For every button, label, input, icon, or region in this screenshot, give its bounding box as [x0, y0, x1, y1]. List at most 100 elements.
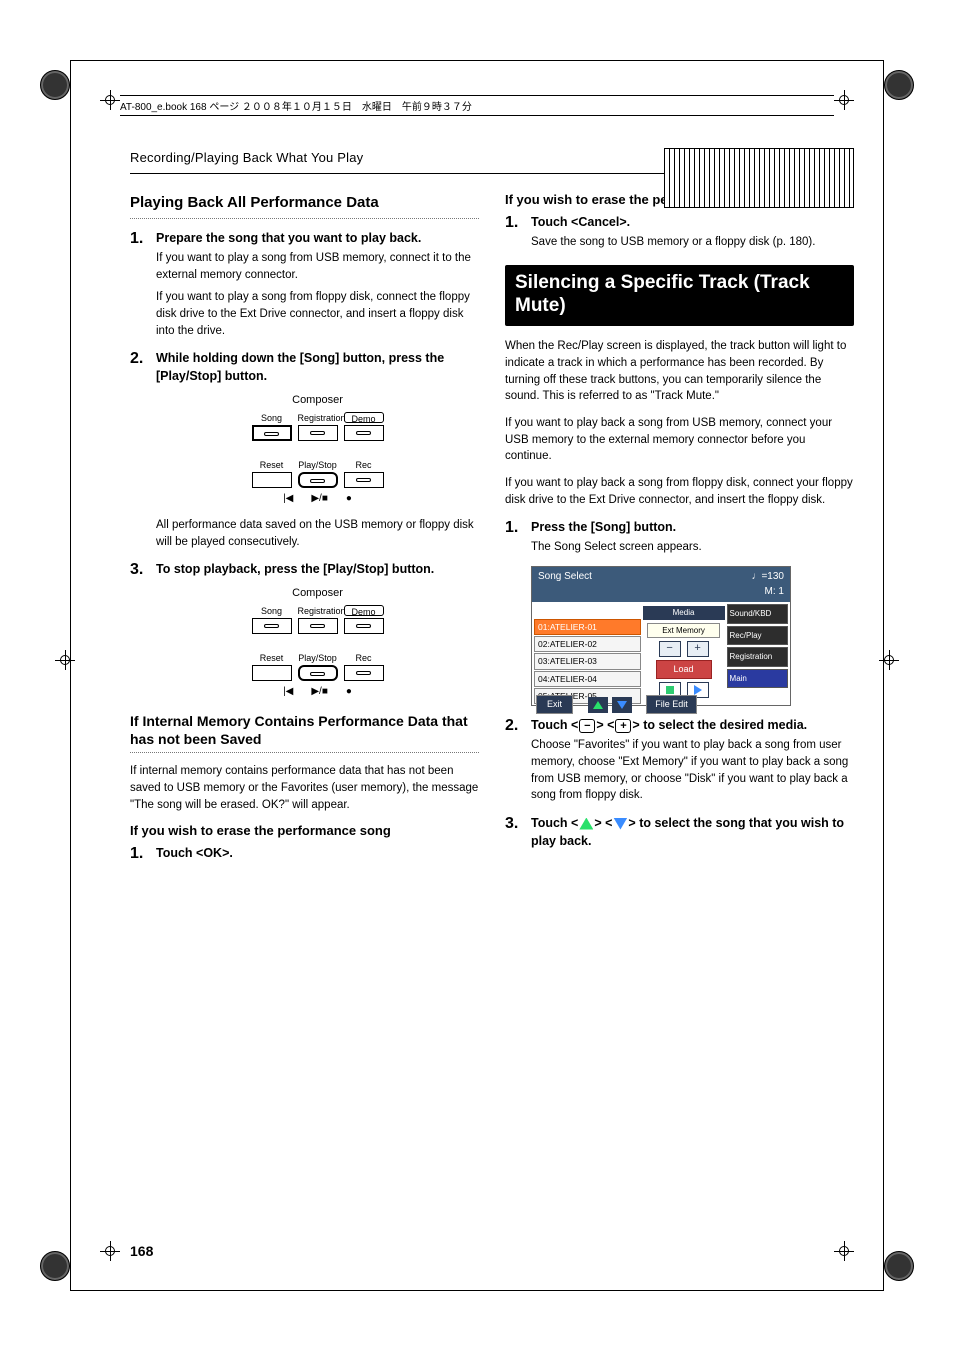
playstop-button	[298, 665, 338, 681]
subheading-erase: If you wish to erase the performance son…	[130, 823, 479, 840]
dotted-divider	[130, 218, 479, 219]
section-heading-track-mute: Silencing a Specific Track (Track Mute)	[505, 265, 854, 327]
step-title: Touch <> <> to select the song that you …	[531, 814, 854, 850]
mute-step-2: 2. Touch <−> <+> to select the desired m…	[505, 716, 854, 804]
rewind-icon: |◀	[283, 492, 293, 507]
song-button	[252, 425, 292, 441]
step-title: While holding down the [Song] button, pr…	[156, 349, 479, 385]
plus-icon: +	[615, 719, 631, 733]
demo-button-label: Demo	[344, 605, 384, 616]
step-body-text: The Song Select screen appears.	[531, 539, 854, 556]
record-icon: ●	[346, 685, 352, 700]
step-body-text: All performance data saved on the USB me…	[156, 517, 479, 550]
step-number: 1.	[130, 842, 143, 865]
step-number: 2.	[130, 347, 143, 370]
list-item: 02:ATELIER-02	[534, 636, 641, 652]
step-number: 1.	[130, 227, 143, 250]
rec-button	[344, 472, 384, 488]
media-header: Media	[643, 606, 725, 620]
step-3: 3. To stop playback, press the [Play/Sto…	[130, 560, 479, 700]
erase-step-cancel: 1. Touch <Cancel>. Save the song to USB …	[505, 213, 854, 251]
step-title: Prepare the song that you want to play b…	[156, 229, 479, 247]
mute-step-1: 1. Press the [Song] button. The Song Sel…	[505, 518, 854, 556]
figure-title: Composer	[233, 393, 403, 409]
page-number: 168	[130, 1243, 153, 1259]
side-tab-sound: Sound/KBD	[727, 604, 788, 624]
demo-button-label: Demo	[344, 412, 384, 423]
record-icon: ●	[346, 492, 352, 507]
step-body-text: If you want to play a song from floppy d…	[156, 289, 479, 339]
arrow-down-button	[612, 697, 632, 713]
song-button-label: Song	[252, 412, 292, 423]
file-edit-button: File Edit	[646, 695, 697, 714]
trim-line	[70, 60, 884, 61]
step-number: 1.	[505, 516, 518, 539]
composer-panel-figure: Composer Song Registration Demo Reset Pl…	[233, 586, 403, 699]
song-button-label: Song	[252, 605, 292, 616]
step-number: 2.	[505, 714, 518, 737]
rewind-icon: |◀	[283, 685, 293, 700]
registration-mark	[55, 650, 75, 670]
minus-button: −	[659, 641, 681, 657]
step-2: 2. While holding down the [Song] button,…	[130, 349, 479, 550]
print-corner-mark	[40, 70, 70, 100]
reset-button-label: Reset	[252, 652, 292, 663]
tempo-label: ♩=130	[751, 571, 784, 582]
step-title: Touch <Cancel>.	[531, 213, 854, 231]
minus-icon: −	[579, 719, 595, 733]
trim-line	[883, 60, 884, 1291]
paragraph: If you want to play back a song from USB…	[505, 415, 854, 465]
step-body-text: If you want to play a song from USB memo…	[156, 250, 479, 283]
song-select-screenshot: Song Select ♩=130 M: 1 . 01:ATELIER-01 0…	[531, 566, 791, 706]
playstop-icon: ▶/■	[311, 685, 328, 700]
registration-button	[298, 618, 338, 634]
step-title: Press the [Song] button.	[531, 518, 854, 536]
registration-mark	[100, 1241, 120, 1261]
load-button: Load	[656, 660, 712, 679]
rec-button-label: Rec	[344, 459, 384, 470]
media-value: Ext Memory	[647, 623, 721, 639]
keyboard-diagram	[664, 148, 854, 208]
step-1: 1. Prepare the song that you want to pla…	[130, 229, 479, 339]
composer-panel-figure: Composer Song Registration Demo Reset Pl…	[233, 393, 403, 506]
reset-button-label: Reset	[252, 459, 292, 470]
step-number: 3.	[130, 558, 143, 581]
registration-button-label: Registration	[298, 605, 338, 616]
step-body-text: Save the song to USB memory or a floppy …	[531, 234, 854, 251]
paragraph: If internal memory contains performance …	[130, 763, 479, 813]
registration-button	[298, 425, 338, 441]
reset-button	[252, 472, 292, 488]
side-tab-main: Main	[727, 669, 788, 689]
rec-button-label: Rec	[344, 652, 384, 663]
print-corner-mark	[40, 1251, 70, 1281]
dotted-divider	[130, 752, 479, 753]
rec-button	[344, 665, 384, 681]
trim-line	[70, 60, 71, 1291]
registration-mark	[834, 90, 854, 110]
measure-label: M: 1	[765, 586, 784, 597]
list-item: 03:ATELIER-03	[534, 653, 641, 669]
paragraph: If you want to play back a song from flo…	[505, 475, 854, 508]
subheading-playback-all: Playing Back All Performance Data	[130, 192, 479, 214]
subheading-unsaved: If Internal Memory Contains Performance …	[130, 712, 479, 748]
paragraph: When the Rec/Play screen is displayed, t…	[505, 338, 854, 405]
screen-title: Song Select	[538, 570, 592, 599]
right-column: If you wish to erase the performance son…	[505, 192, 854, 872]
arrow-down-icon	[613, 818, 627, 830]
plus-button: +	[687, 641, 709, 657]
registration-mark	[834, 1241, 854, 1261]
song-button	[252, 618, 292, 634]
playstop-button-label: Play/Stop	[298, 459, 338, 470]
playstop-button-label: Play/Stop	[298, 652, 338, 663]
left-column: Playing Back All Performance Data 1. Pre…	[130, 192, 479, 872]
print-corner-mark	[884, 1251, 914, 1281]
book-header: AT-800_e.book 168 ページ ２００８年１０月１５日 水曜日 午前…	[120, 95, 834, 116]
arrow-up-icon	[579, 818, 593, 830]
list-item: 04:ATELIER-04	[534, 671, 641, 687]
playstop-button	[298, 472, 338, 488]
erase-step-ok: 1. Touch <OK>.	[130, 844, 479, 862]
demo-button	[344, 425, 384, 441]
arrow-up-button	[588, 697, 608, 713]
registration-mark	[100, 90, 120, 110]
playstop-icon: ▶/■	[311, 492, 328, 507]
